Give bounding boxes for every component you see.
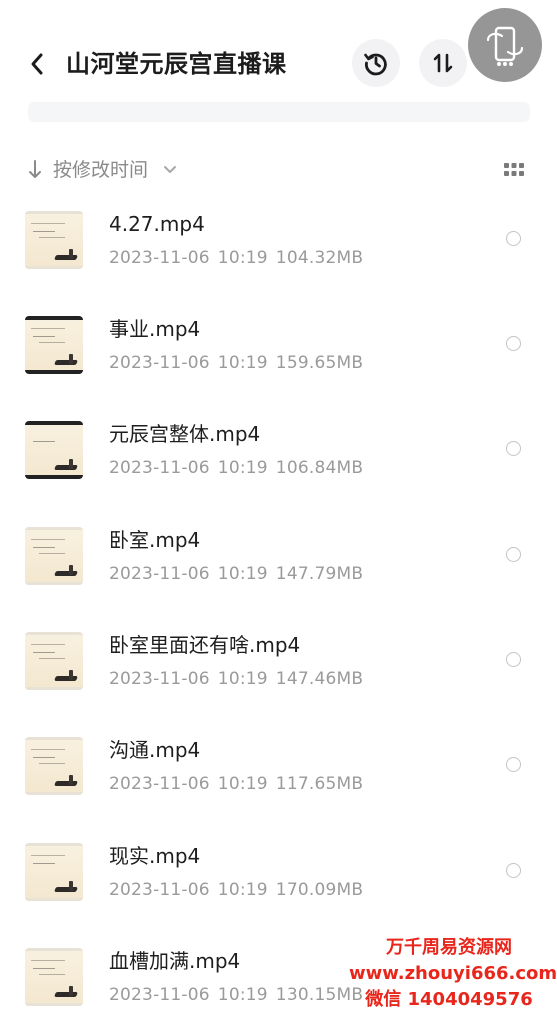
- file-time: 10:19: [217, 669, 268, 689]
- watermark-line-1: 万千周易资源网: [386, 937, 512, 958]
- file-meta: 2023-11-06 10:19 170.09MB: [109, 877, 371, 903]
- file-date: 2023-11-06: [109, 985, 210, 1005]
- file-time: 10:19: [217, 353, 268, 373]
- file-size: 106.84MB: [275, 458, 364, 478]
- file-meta: 2023-11-06 10:19 159.65MB: [109, 350, 371, 376]
- top-bar: 山河堂元辰宫直播课: [0, 0, 557, 125]
- file-size: 170.09MB: [275, 880, 364, 900]
- chevron-left-icon: [31, 53, 43, 75]
- video-thumbnail: [25, 211, 83, 269]
- file-date: 2023-11-06: [109, 669, 210, 689]
- file-date: 2023-11-06: [109, 880, 210, 900]
- video-thumbnail: [25, 632, 83, 690]
- file-name: 卧室.mp4: [109, 528, 201, 552]
- list-item[interactable]: 4.27.mp4 2023-11-06 10:19 104.32MB: [0, 185, 557, 290]
- watermark-line-3: 微信 1404049576: [365, 989, 533, 1010]
- file-size: 104.32MB: [275, 248, 364, 268]
- select-radio[interactable]: [506, 231, 521, 246]
- list-item[interactable]: 事业.mp4 2023-11-06 10:19 159.65MB: [0, 290, 557, 395]
- select-radio[interactable]: [506, 652, 521, 667]
- file-date: 2023-11-06: [109, 248, 210, 268]
- list-item[interactable]: 卧室.mp4 2023-11-06 10:19 147.79MB: [0, 501, 557, 606]
- file-size: 117.65MB: [275, 774, 364, 794]
- select-radio[interactable]: [506, 863, 521, 878]
- file-name: 血槽加满.mp4: [109, 949, 241, 973]
- floating-assistant-icon: [486, 26, 524, 66]
- video-thumbnail: [25, 737, 83, 795]
- watermark: 万千周易资源网 www.zhouyi666.com 微信 1404049576: [349, 935, 557, 1013]
- select-radio[interactable]: [506, 441, 521, 456]
- file-time: 10:19: [217, 985, 268, 1005]
- file-time: 10:19: [217, 774, 268, 794]
- file-meta: 2023-11-06 10:19 104.32MB: [109, 245, 371, 271]
- arrow-down-icon: [29, 160, 41, 178]
- list-item[interactable]: 卧室里面还有啥.mp4 2023-11-06 10:19 147.46MB: [0, 606, 557, 711]
- video-thumbnail: [25, 843, 83, 901]
- sort-bar: 按修改时间: [0, 150, 557, 190]
- sort-label[interactable]: 按修改时间: [53, 150, 148, 190]
- file-meta: 2023-11-06 10:19 117.65MB: [109, 771, 371, 797]
- video-thumbnail: [25, 948, 83, 1006]
- sort-arrows-icon: [433, 53, 453, 73]
- list-item[interactable]: 现实.mp4 2023-11-06 10:19 170.09MB: [0, 817, 557, 922]
- list-item[interactable]: 元辰宫整体.mp4 2023-11-06 10:19 106.84MB: [0, 395, 557, 500]
- file-date: 2023-11-06: [109, 564, 210, 584]
- chevron-down-icon[interactable]: [162, 163, 178, 177]
- file-name: 事业.mp4: [109, 317, 201, 341]
- file-size: 159.65MB: [275, 353, 364, 373]
- file-name: 4.27.mp4: [109, 212, 205, 236]
- select-radio[interactable]: [506, 547, 521, 562]
- sort-order-button[interactable]: [419, 39, 467, 87]
- select-radio[interactable]: [506, 336, 521, 351]
- back-button[interactable]: [22, 44, 52, 84]
- history-icon: [364, 53, 387, 76]
- select-radio[interactable]: [506, 757, 521, 772]
- video-thumbnail: [25, 527, 83, 585]
- grid-view-icon[interactable]: [502, 161, 526, 179]
- file-name: 现实.mp4: [109, 844, 201, 868]
- file-size: 147.79MB: [275, 564, 364, 584]
- file-date: 2023-11-06: [109, 774, 210, 794]
- search-bar[interactable]: [28, 102, 530, 122]
- file-time: 10:19: [217, 880, 268, 900]
- floating-assistant-button[interactable]: [468, 8, 542, 82]
- list-item[interactable]: 沟通.mp4 2023-11-06 10:19 117.65MB: [0, 711, 557, 816]
- file-time: 10:19: [217, 564, 268, 584]
- video-thumbnail: [25, 316, 83, 374]
- file-meta: 2023-11-06 10:19 106.84MB: [109, 455, 371, 481]
- file-time: 10:19: [217, 248, 268, 268]
- file-date: 2023-11-06: [109, 458, 210, 478]
- history-button[interactable]: [352, 39, 400, 87]
- watermark-line-2: www.zhouyi666.com: [349, 963, 557, 984]
- file-meta: 2023-11-06 10:19 147.79MB: [109, 561, 371, 587]
- file-meta: 2023-11-06 10:19 147.46MB: [109, 666, 371, 692]
- file-name: 卧室里面还有啥.mp4: [109, 633, 301, 657]
- file-meta: 2023-11-06 10:19 130.15MB: [109, 982, 371, 1008]
- file-name: 元辰宫整体.mp4: [109, 422, 261, 446]
- file-date: 2023-11-06: [109, 353, 210, 373]
- video-thumbnail: [25, 421, 83, 479]
- file-size: 147.46MB: [275, 669, 364, 689]
- file-time: 10:19: [217, 458, 268, 478]
- file-name: 沟通.mp4: [109, 738, 201, 762]
- page-title: 山河堂元辰宫直播课: [66, 50, 287, 78]
